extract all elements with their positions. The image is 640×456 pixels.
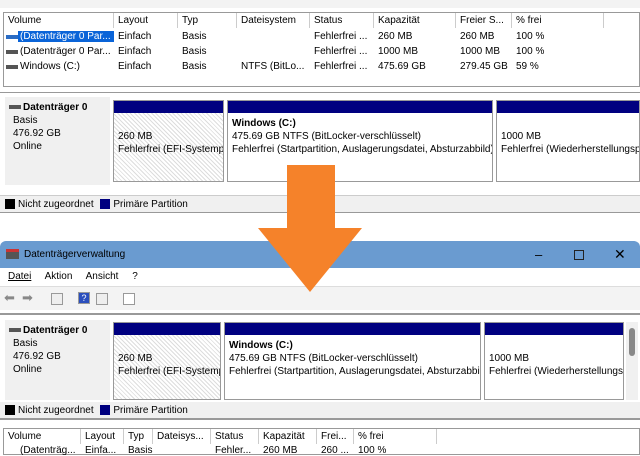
arrow-shape bbox=[258, 165, 362, 292]
down-arrow-icon bbox=[258, 165, 362, 292]
